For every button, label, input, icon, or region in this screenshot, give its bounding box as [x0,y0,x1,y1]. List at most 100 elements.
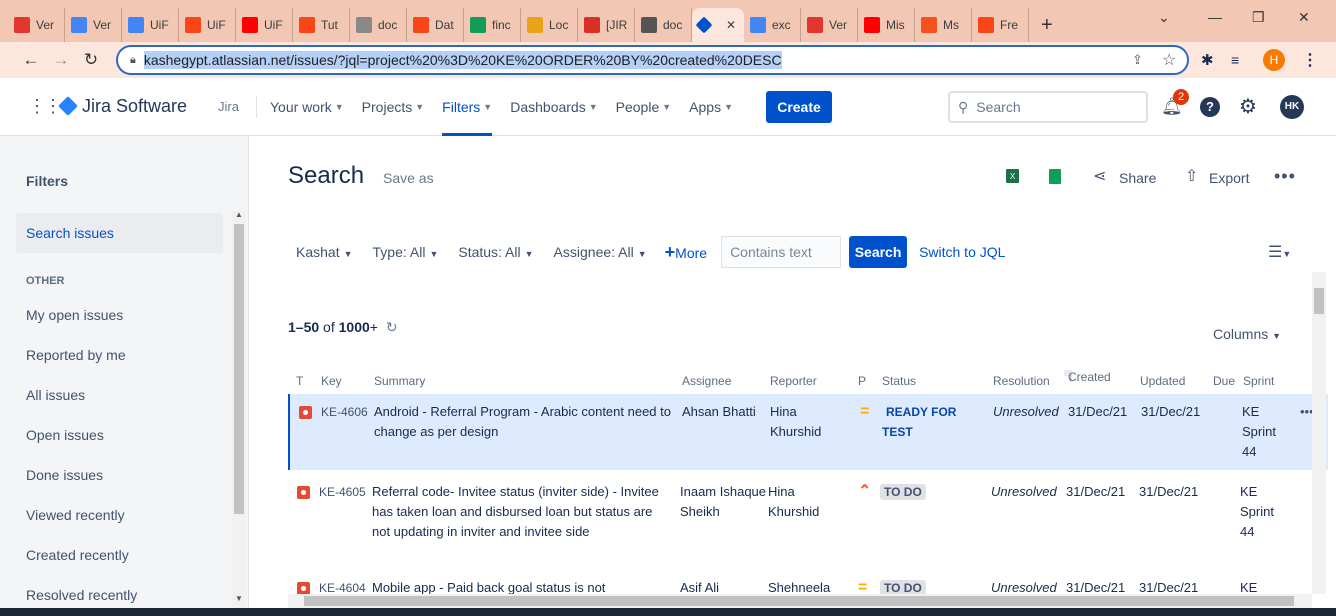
tab-search-icon[interactable]: ⌄ [1158,0,1170,34]
nav-dashboards[interactable]: Dashboards ▼ [510,78,597,136]
sidebar-item-viewed-recently[interactable]: Viewed recently [26,507,125,523]
refresh-icon[interactable]: ↻ [386,319,398,335]
issue-key[interactable]: KE-4606 [321,402,381,422]
create-button[interactable]: Create [766,91,832,123]
browser-tab[interactable]: Ver [801,8,858,42]
sidebar-item-my-open-issues[interactable]: My open issues [26,307,123,323]
minimize-icon[interactable]: — [1208,0,1222,34]
reload-icon[interactable]: ↻ [76,50,106,70]
more-actions-icon[interactable]: ••• [1274,166,1296,187]
nav-projects[interactable]: Projects ▼ [362,78,425,136]
contains-text-input[interactable]: Contains text [721,236,842,268]
share-page-icon[interactable]: ⇪ [1132,52,1143,68]
col-status[interactable]: Status [882,374,916,388]
status-filter[interactable]: Status: All ▼ [458,244,533,260]
user-avatar[interactable]: HK [1280,94,1304,119]
more-filters-button[interactable]: +More [665,242,707,263]
help-icon[interactable]: ? [1200,96,1220,117]
col-summary[interactable]: Summary [374,374,425,388]
sidebar-scroll-down-icon[interactable]: ▼ [235,594,243,603]
status-lozenge[interactable]: TO DO [880,482,990,502]
browser-menu-icon[interactable]: ⋮ [1302,50,1318,70]
profile-avatar[interactable]: H [1263,49,1285,71]
sidebar-item-reported-by-me[interactable]: Reported by me [26,347,126,363]
browser-tab[interactable]: Ms [915,8,972,42]
browser-tab[interactable]: [JIR [578,8,635,42]
nav-people[interactable]: People ▼ [616,78,672,136]
jira-product-link[interactable]: Jira [218,99,239,114]
sidebar-scroll-up-icon[interactable]: ▲ [235,210,243,219]
share-icon[interactable]: ⋖ [1093,166,1106,186]
col-created[interactable]: Created ↓ [1064,370,1111,384]
browser-tab[interactable]: Ver [8,8,65,42]
main-scrollbar[interactable] [1312,272,1326,594]
browser-tab[interactable]: UiF [236,8,293,42]
nav-filters[interactable]: Filters ▼ [442,78,493,136]
main-scroll-thumb[interactable] [1314,288,1324,314]
col-key[interactable]: Key [321,374,342,388]
share-button[interactable]: Share [1119,170,1156,186]
browser-tab[interactable]: doc [350,8,407,42]
filter-search-button[interactable]: Search [849,236,908,268]
columns-button[interactable]: Columns ▼ [1213,326,1281,342]
close-window-icon[interactable]: ✕ [1298,0,1310,34]
browser-tab[interactable]: finc [464,8,521,42]
col-sprint[interactable]: Sprint [1243,374,1274,388]
url-field[interactable]: 🔒︎ kashegypt.atlassian.net/issues/?jql=p… [116,45,1189,75]
sidebar-item-open-issues[interactable]: Open issues [26,427,104,443]
col-reporter[interactable]: Reporter [770,374,817,388]
project-filter[interactable]: Kashat ▼ [296,244,353,260]
view-options-icon[interactable]: ☰▼ [1268,242,1291,262]
nav-apps[interactable]: Apps ▼ [689,78,733,136]
table-row[interactable]: KE-4605 Referral code- Invitee status (in… [288,474,1328,558]
save-as-button[interactable]: Save as [383,170,434,186]
sidebar-scroll-thumb[interactable] [234,224,244,514]
col-type[interactable]: T [296,374,303,388]
sidebar-item-done-issues[interactable]: Done issues [26,467,103,483]
issue-key[interactable]: KE-4605 [319,482,379,502]
col-priority[interactable]: P [858,374,866,388]
search-input[interactable]: ⚲ Search [948,91,1148,123]
col-resolution[interactable]: Resolution [993,374,1050,388]
bookmark-star-icon[interactable]: ☆ [1162,50,1176,70]
col-assignee[interactable]: Assignee [682,374,731,388]
assignee-filter[interactable]: Assignee: All ▼ [554,244,647,260]
back-icon[interactable]: ← [16,50,46,70]
settings-gear-icon[interactable]: ⚙ [1239,94,1257,119]
sidebar-item-all-issues[interactable]: All issues [26,387,85,403]
switch-to-jql-link[interactable]: Switch to JQL [919,244,1005,260]
browser-tab[interactable]: Dat [407,8,464,42]
browser-tab[interactable]: Loc [521,8,578,42]
google-sheets-export-icon[interactable] [1049,169,1061,184]
restore-icon[interactable]: ❐ [1252,0,1265,34]
close-tab-icon[interactable]: ✕ [726,18,736,32]
browser-tab[interactable]: Ver [65,8,122,42]
forward-icon[interactable]: → [46,50,76,70]
excel-export-icon[interactable]: X [1006,169,1019,183]
export-button[interactable]: Export [1209,170,1249,186]
browser-tab[interactable]: Mis [858,8,915,42]
browser-tab[interactable]: ✕ [692,8,744,42]
sidebar-item-resolved-recently[interactable]: Resolved recently [26,587,137,603]
jira-brand[interactable]: Jira Software [82,96,187,117]
issue-summary[interactable]: Referral code- Invitee status (inviter s… [372,482,672,542]
sidebar-item-search-issues-label[interactable]: Search issues [26,225,114,241]
nav-your-work[interactable]: Your work ▼ [270,78,344,136]
browser-tab[interactable]: doc [635,8,692,42]
issue-summary[interactable]: Android - Referral Program - Arabic cont… [374,402,674,442]
table-row[interactable]: KE-4606 Android - Referral Program - Arab… [288,394,1328,470]
media-control-icon[interactable]: ≡ [1231,52,1239,68]
sidebar-item-created-recently[interactable]: Created recently [26,547,129,563]
horizontal-scroll-thumb[interactable] [304,596,1294,606]
new-tab-icon[interactable]: + [1029,8,1065,42]
extensions-icon[interactable]: ✱ [1201,51,1214,69]
col-updated[interactable]: Updated [1140,374,1185,388]
browser-tab[interactable]: UiF [179,8,236,42]
browser-tab[interactable]: UiF [122,8,179,42]
browser-tab[interactable]: Tut [293,8,350,42]
status-lozenge[interactable]: READY FOR TEST [882,402,992,442]
export-icon[interactable]: ⇧ [1185,166,1198,186]
type-filter[interactable]: Type: All ▼ [373,244,439,260]
browser-tab[interactable]: Fre [972,8,1029,42]
col-due[interactable]: Due [1213,374,1235,388]
